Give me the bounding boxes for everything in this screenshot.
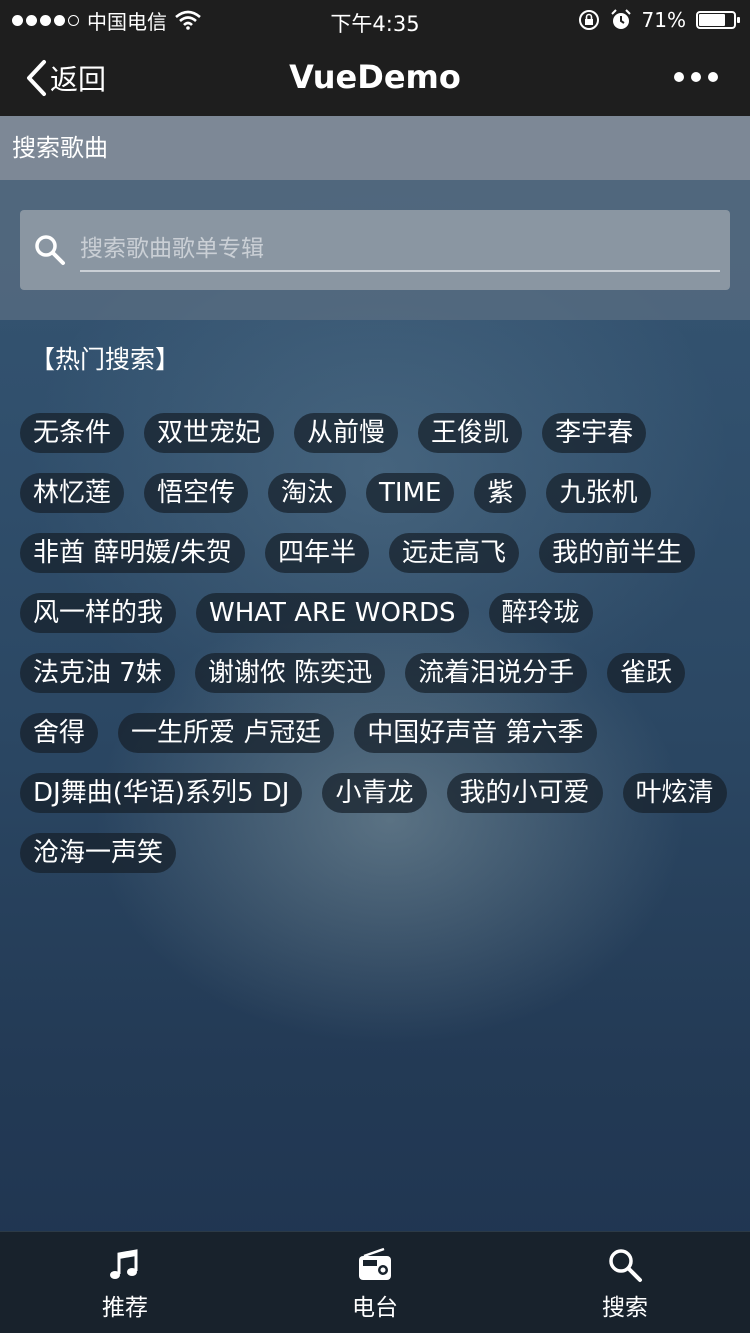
search-icon (35, 235, 65, 265)
hot-search-tag[interactable]: 林忆莲 (20, 473, 125, 513)
hot-search-tag[interactable]: 非酋 薛明媛/朱贺 (20, 533, 246, 573)
rotation-lock-icon (578, 10, 599, 30)
tab-label: 搜索 (602, 1295, 648, 1321)
status-right: 71% (578, 0, 740, 40)
hot-search-tag[interactable]: 双世宠妃 (144, 413, 275, 453)
tab-bar: 推荐 电台 搜索 (0, 1231, 750, 1333)
hot-search-tag[interactable]: 四年半 (265, 533, 370, 573)
alarm-icon (610, 9, 631, 29)
tab-label: 推荐 (102, 1295, 148, 1321)
hot-search-tag[interactable]: DJ舞曲(华语)系列5 DJ (20, 773, 303, 813)
hot-search-tag[interactable]: 九张机 (546, 473, 651, 513)
hot-search-tag[interactable]: 我的小可爱 (446, 773, 603, 813)
tab-search[interactable]: 搜索 (500, 1232, 750, 1333)
music-note-icon (110, 1249, 138, 1279)
hot-search-tag[interactable]: 从前慢 (294, 413, 399, 453)
search-area (0, 180, 750, 320)
navigation-bar: 返回 VueDemo (0, 40, 750, 116)
hot-search-tag[interactable]: 沧海一声笑 (20, 833, 177, 873)
hot-search-tag[interactable]: 紫 (474, 473, 527, 513)
hot-search-tag[interactable]: 王俊凯 (418, 413, 523, 453)
hot-search-tag[interactable]: 舍得 (20, 713, 99, 753)
hot-search-tag[interactable]: 谢谢侬 陈奕迅 (194, 653, 386, 693)
radio-icon (359, 1247, 391, 1280)
hot-search-tags: 无条件 双世宠妃 从前慢 王俊凯 李宇春林忆莲 悟空传 淘汰 TIME 紫九张机非酋 薛明媛/朱… (20, 413, 740, 873)
search-input[interactable] (80, 228, 720, 272)
hot-search-tag[interactable]: 远走高飞 (389, 533, 520, 573)
hot-search-title: 【热门搜索】 (30, 345, 181, 374)
hot-search-tag[interactable]: 法克油 7妹 (20, 653, 175, 693)
hot-search-tag[interactable]: 叶炫清 (622, 773, 727, 813)
hot-search-tag[interactable]: 醉玲珑 (488, 593, 593, 633)
battery-icon (696, 11, 740, 29)
tab-radio[interactable]: 电台 (250, 1232, 500, 1333)
page-title: VueDemo (289, 58, 461, 96)
hot-search-tag[interactable]: 小青龙 (322, 773, 427, 813)
tab-recommend[interactable]: 推荐 (0, 1232, 250, 1333)
battery-level (699, 14, 725, 26)
hot-search-tag[interactable]: 李宇春 (542, 413, 647, 453)
search-icon (609, 1249, 642, 1282)
tab-label: 电台 (352, 1295, 398, 1321)
hot-search-tag[interactable]: 无条件 (20, 413, 125, 453)
hot-search-tag[interactable]: WHAT ARE WORDS (196, 593, 469, 633)
status-bar: 中国电信 下午4:35 71% (0, 0, 750, 40)
hot-search-tag[interactable]: 淘汰 (268, 473, 347, 513)
hot-search-tag[interactable]: 我的前半生 (539, 533, 696, 573)
hot-search-tag[interactable]: 悟空传 (144, 473, 249, 513)
search-box[interactable] (20, 210, 730, 290)
section-title: 搜索歌曲 (0, 116, 750, 180)
hot-search-tag[interactable]: TIME (366, 473, 455, 513)
hot-search-tag[interactable]: 中国好声音 第六季 (354, 713, 597, 753)
hot-search-tag[interactable]: 风一样的我 (20, 593, 177, 633)
hot-search-tag[interactable]: 流着泪说分手 (405, 653, 588, 693)
battery-percent: 71% (641, 8, 686, 32)
more-options-icon[interactable] (674, 72, 718, 82)
hot-search-tag[interactable]: 一生所爱 卢冠廷 (118, 713, 335, 753)
hot-search-tag[interactable]: 雀跃 (607, 653, 686, 693)
